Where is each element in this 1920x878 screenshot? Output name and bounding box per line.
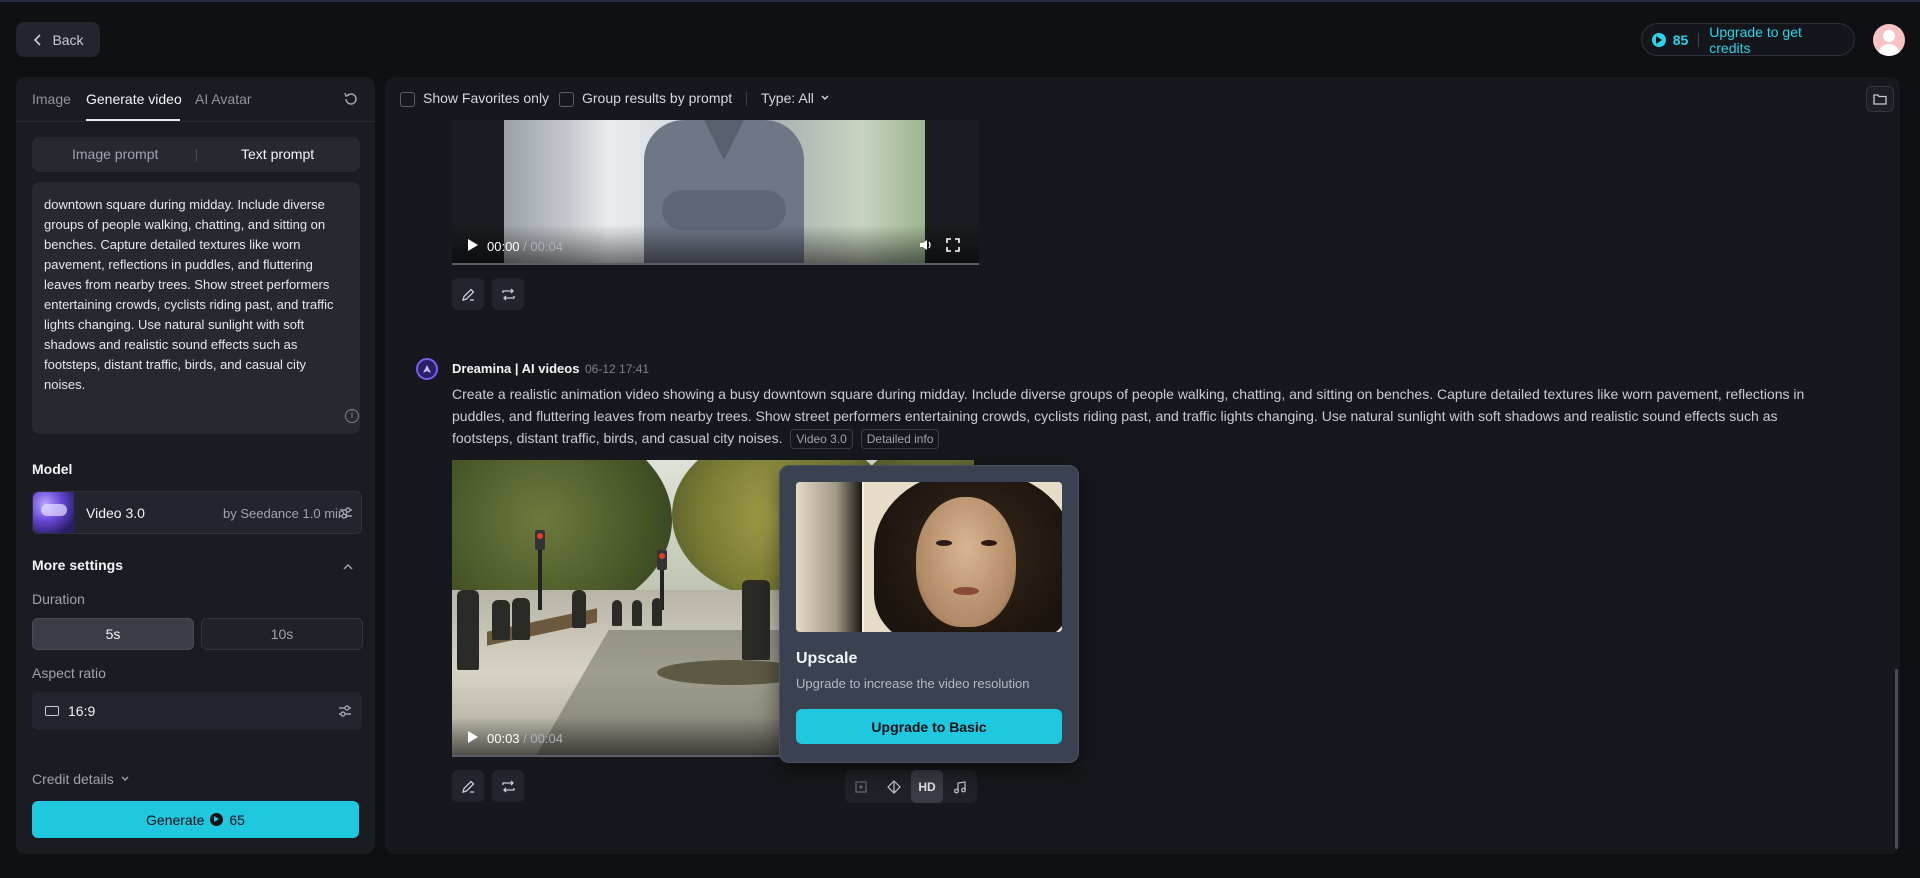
- credit-coin-icon: [1652, 32, 1666, 47]
- pencil-icon: [461, 780, 474, 793]
- duration-10s-button[interactable]: 10s: [201, 618, 363, 650]
- upscale-popover: Upscale Upgrade to increase the video re…: [779, 465, 1079, 763]
- upgrade-to-basic-button[interactable]: Upgrade to Basic: [796, 709, 1062, 744]
- model-provider: by Seedance 1.0 mini: [223, 506, 349, 521]
- crop-icon: [855, 780, 867, 793]
- model-name: Video 3.0: [86, 505, 145, 521]
- aspect-ratio-value: 16:9: [68, 703, 96, 719]
- user-avatar[interactable]: [1873, 24, 1905, 56]
- divider: [1698, 32, 1700, 47]
- prompt-mode-toggle: Image prompt Text prompt: [32, 137, 360, 172]
- aspect-rectangle-icon: [45, 706, 59, 716]
- top-accent-line: [0, 0, 1920, 2]
- divider: [196, 149, 197, 161]
- entry-description: Create a realistic animation video showi…: [452, 383, 1832, 449]
- credit-details-label: Credit details: [32, 771, 114, 787]
- author-name: Dreamina | AI videos: [452, 361, 580, 376]
- tab-generate-video[interactable]: Generate video: [86, 91, 182, 107]
- credits-count: 85: [1672, 31, 1689, 48]
- chevron-down-icon: [121, 776, 129, 781]
- sliders-icon[interactable]: [338, 505, 354, 521]
- frame-interpolation-button[interactable]: [845, 770, 877, 803]
- upgrade-credits-link[interactable]: Upgrade to get credits: [1709, 24, 1844, 56]
- info-icon[interactable]: i: [345, 409, 359, 423]
- active-tab-underline: [86, 119, 180, 121]
- group-by-prompt-label[interactable]: Group results by prompt: [582, 90, 732, 106]
- generate-button[interactable]: Generate 65: [32, 801, 359, 838]
- avatar-body: [1878, 44, 1900, 56]
- repeat-icon: [501, 780, 515, 792]
- left-panel: Image Generate video AI Avatar Image pro…: [16, 77, 375, 854]
- image-prompt-option[interactable]: Image prompt: [72, 146, 158, 162]
- play-icon[interactable]: [468, 239, 478, 251]
- play-icon[interactable]: [468, 731, 478, 743]
- popover-title: Upscale: [796, 650, 858, 667]
- prompt-text: downtown square during midday. Include d…: [44, 197, 334, 392]
- repeat-icon: [501, 288, 515, 300]
- author-avatar-icon: [416, 358, 438, 380]
- diamond-icon: [887, 779, 901, 794]
- aspect-ratio-label: Aspect ratio: [32, 665, 106, 681]
- video-tools: HD: [845, 770, 977, 803]
- interpolate-button[interactable]: [878, 770, 910, 803]
- description-text: Create a realistic animation video showi…: [452, 386, 1805, 446]
- divider: [746, 92, 747, 106]
- reset-icon[interactable]: [343, 91, 359, 107]
- model-tag: Video 3.0: [790, 429, 853, 449]
- scrollbar-thumb[interactable]: [1895, 669, 1898, 849]
- type-filter-dropdown[interactable]: Type: All: [761, 90, 830, 106]
- favorites-checkbox[interactable]: [400, 92, 415, 107]
- duration-label: Duration: [32, 591, 85, 607]
- entry-date: 06-12 17:41: [585, 362, 650, 376]
- upscale-preview-image: [796, 482, 1062, 632]
- edit-button[interactable]: [452, 770, 484, 802]
- tab-ai-avatar[interactable]: AI Avatar: [195, 91, 252, 107]
- video-time: 00:03 / 00:04: [487, 731, 563, 746]
- back-label: Back: [52, 31, 84, 48]
- filter-bar: Show Favorites only Group results by pro…: [385, 77, 1900, 119]
- popover-subtitle: Upgrade to increase the video resolution: [796, 676, 1030, 691]
- music-note-icon: [954, 780, 966, 793]
- prompt-textarea[interactable]: downtown square during midday. Include d…: [32, 182, 360, 434]
- credits-pill[interactable]: 85 Upgrade to get credits: [1641, 23, 1855, 56]
- video-time: 00:00 / 00:04: [487, 239, 563, 254]
- back-button[interactable]: Back: [16, 22, 100, 57]
- model-label: Model: [32, 461, 73, 477]
- chevron-down-icon: [821, 95, 829, 100]
- duration-5s-button[interactable]: 5s: [32, 618, 194, 650]
- video-progress-bar[interactable]: [452, 263, 979, 265]
- regenerate-button[interactable]: [492, 770, 524, 802]
- tab-image[interactable]: Image: [32, 91, 71, 107]
- video-player[interactable]: 00:00 / 00:04: [452, 120, 979, 265]
- edit-button[interactable]: [452, 278, 484, 310]
- sliders-icon[interactable]: [337, 703, 353, 719]
- aspect-ratio-selector[interactable]: 16:9: [32, 692, 362, 730]
- group-by-prompt-checkbox[interactable]: [559, 92, 574, 107]
- generate-cost: 65: [229, 811, 245, 828]
- chevron-up-icon[interactable]: [342, 561, 354, 573]
- favorites-label[interactable]: Show Favorites only: [423, 90, 549, 106]
- volume-icon[interactable]: [919, 238, 933, 252]
- more-settings-label[interactable]: More settings: [32, 557, 123, 573]
- upscale-hd-button[interactable]: HD: [911, 770, 943, 803]
- add-sound-button[interactable]: [944, 770, 976, 803]
- folder-button[interactable]: [1866, 86, 1894, 112]
- mode-tabs: Image Generate video AI Avatar: [16, 77, 375, 122]
- credit-details-toggle[interactable]: Credit details: [32, 771, 130, 787]
- pencil-icon: [461, 288, 474, 301]
- type-filter-label: Type: All: [761, 90, 814, 106]
- credit-coin-icon: [210, 813, 224, 826]
- chevron-left-icon: [34, 33, 42, 46]
- detailed-info-tag[interactable]: Detailed info: [860, 429, 940, 449]
- folder-icon: [1873, 94, 1887, 105]
- avatar-head: [1883, 30, 1895, 42]
- model-selector[interactable]: Video 3.0 by Seedance 1.0 mini: [32, 491, 362, 534]
- model-thumbnail: [33, 492, 74, 533]
- fullscreen-icon[interactable]: [946, 238, 960, 252]
- results-panel: Show Favorites only Group results by pro…: [385, 77, 1900, 854]
- regenerate-button[interactable]: [492, 278, 524, 310]
- text-prompt-option[interactable]: Text prompt: [241, 146, 314, 162]
- generate-label: Generate: [146, 811, 205, 828]
